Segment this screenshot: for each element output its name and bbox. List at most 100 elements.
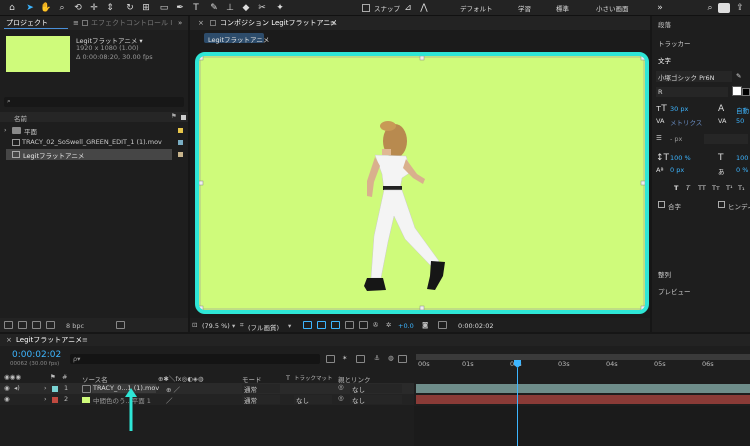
hindi-checkbox[interactable]	[718, 201, 725, 208]
panel-overflow-icon[interactable]: »	[178, 16, 182, 30]
workspace-small-screen[interactable]: 小さい画面	[596, 3, 629, 13]
tracking-value[interactable]: 50	[736, 117, 744, 125]
timeline-close-icon[interactable]: ×	[6, 333, 12, 347]
project-item-comp[interactable]: Legitフラットアニメ	[6, 149, 172, 160]
column-name[interactable]: 名前	[14, 113, 27, 123]
small-caps-button[interactable]: Tт	[712, 184, 720, 192]
share-icon[interactable]: ⇪	[734, 2, 746, 14]
zoom-tool-icon[interactable]: ⌕	[56, 2, 68, 14]
clone-tool-icon[interactable]: ⊥	[224, 2, 236, 14]
show-snapshot-icon[interactable]	[438, 321, 447, 329]
exposure-value[interactable]: +0.0	[398, 322, 414, 330]
workspace-menu-icon[interactable]: »	[654, 2, 666, 14]
eraser-tool-icon[interactable]: ◆	[240, 2, 252, 14]
comp-timecode[interactable]: 0:00:02:02	[458, 322, 494, 330]
tsume-value[interactable]: 0 %	[736, 166, 748, 174]
faux-bold-button[interactable]: T	[674, 184, 678, 192]
tab-timeline[interactable]: Legitフラットアニメ	[16, 333, 82, 347]
subscript-button[interactable]: T₁	[738, 184, 745, 192]
mode-dropdown[interactable]: 通常	[242, 384, 280, 394]
transparency-grid-icon[interactable]	[317, 321, 326, 329]
pick-whip-icon[interactable]: ◎	[338, 383, 344, 391]
font-size-value[interactable]: 30 px	[670, 105, 688, 113]
pen-tool-icon[interactable]: ✒	[174, 2, 186, 14]
stroke-width-value[interactable]: - px	[670, 135, 682, 143]
exposure-icon[interactable]: ✲	[386, 321, 391, 329]
fill-color-swatch[interactable]	[732, 86, 742, 96]
type-tool-icon[interactable]: T	[190, 2, 202, 14]
stroke-style-dropdown[interactable]	[704, 134, 748, 144]
timeline-search[interactable]: ρ▾	[70, 354, 320, 364]
pan-tool-icon[interactable]: ✛	[88, 2, 100, 14]
adjust-icon[interactable]	[46, 321, 55, 329]
draft-3d-icon[interactable]: ✶	[342, 354, 347, 362]
roto-tool-icon[interactable]: ✂	[256, 2, 268, 14]
kerning-value[interactable]: メトリクス	[670, 117, 702, 127]
tab-effect-controls[interactable]: エフェクトコントロール Ⅰ	[91, 16, 172, 30]
timeline-timecode[interactable]: 0:00:02:02	[12, 350, 61, 360]
color-management-icon[interactable]: ✇	[373, 321, 378, 329]
tab-composition[interactable]: コンポジション Legitフラットアニメ	[220, 16, 337, 30]
baseline-value[interactable]: 0 px	[670, 166, 684, 174]
brush-tool-icon[interactable]: ✎	[208, 2, 220, 14]
roi-icon[interactable]: ⌗	[240, 321, 244, 330]
puppet-tool-icon[interactable]: ✦	[274, 2, 286, 14]
project-search[interactable]: ⌕	[4, 97, 184, 107]
leading-value[interactable]: 自動	[736, 105, 749, 115]
channel-icon[interactable]	[359, 321, 368, 329]
snap-checkbox[interactable]	[362, 4, 370, 12]
orbit-tool-icon[interactable]: ⟲	[72, 2, 84, 14]
ligature-checkbox[interactable]	[658, 201, 665, 208]
selection-tool-icon[interactable]: ➤	[24, 2, 36, 14]
new-folder-icon[interactable]	[18, 321, 27, 329]
cc-libraries-icon[interactable]	[718, 3, 730, 13]
font-family-dropdown[interactable]: 小塚ゴシック Pr6N	[656, 71, 732, 82]
mode-dropdown[interactable]: 通常	[242, 395, 280, 405]
snapshot-icon[interactable]: ◙	[422, 321, 428, 329]
interpret-footage-icon[interactable]	[4, 321, 13, 329]
vertical-scale-value[interactable]: 100 %	[670, 154, 691, 162]
region-of-interest-icon[interactable]	[303, 321, 312, 329]
zoom-dropdown[interactable]: (79.5 %)	[202, 322, 230, 330]
layer-name[interactable]: 中間色のう...平面 1	[93, 395, 151, 405]
stroke-color-swatch[interactable]	[742, 88, 750, 96]
expand-arrow-icon[interactable]: ›	[4, 126, 7, 134]
rotate-tool-icon[interactable]: ↻	[124, 2, 136, 14]
comp-canvas[interactable]	[195, 52, 649, 314]
time-ruler[interactable]: 00s 01s 02s 03s 04s 05s 06s	[414, 354, 750, 376]
visibility-icon[interactable]: ◉	[4, 384, 10, 392]
new-comp-icon[interactable]	[32, 321, 41, 329]
layer-switches[interactable]: ⊕ ／	[166, 384, 206, 394]
motion-blur-icon[interactable]: ◍	[388, 354, 394, 362]
table-row[interactable]: ◉ ◂) › 1 TRACY_0...1 (1).mov ⊕ ／ 通常 ◎ なし	[0, 383, 414, 394]
playhead-line[interactable]	[517, 368, 518, 446]
all-caps-button[interactable]: TT	[698, 184, 706, 192]
project-item-folder[interactable]: › 平面	[0, 125, 188, 136]
comp-close-icon[interactable]: ×	[198, 16, 204, 30]
mask-visibility-icon[interactable]	[331, 321, 340, 329]
timeline-menu-icon[interactable]: ≡	[82, 333, 88, 347]
grid-guides-icon[interactable]	[345, 321, 354, 329]
rectangle-tool-icon[interactable]: ▭	[158, 2, 170, 14]
workspace-standard[interactable]: 標準	[556, 3, 569, 13]
eyedropper-icon[interactable]: ✎	[736, 72, 741, 80]
shy-layers-icon[interactable]	[356, 355, 365, 363]
label-column-icon[interactable]: ⚑	[171, 112, 177, 120]
quality-chevron-icon[interactable]: ▾	[288, 322, 291, 330]
expand-layer-icon[interactable]: ›	[44, 395, 47, 403]
comp-lock-icon[interactable]	[210, 20, 216, 26]
bpc-label[interactable]: 8 bpc	[66, 322, 84, 330]
layer-bar[interactable]	[416, 395, 750, 404]
snap-magnet-icon[interactable]: ⋀	[418, 2, 430, 14]
pick-whip-icon[interactable]: ◎	[338, 394, 344, 402]
effect-lock-icon[interactable]	[82, 20, 88, 26]
anchor-tool-icon[interactable]: ⊞	[140, 2, 152, 14]
workspace-learn[interactable]: 学習	[518, 3, 531, 13]
preview-panel-header[interactable]: プレビュー	[658, 286, 691, 296]
horizontal-scale-value[interactable]: 100 %	[736, 154, 750, 162]
frame-blending-icon[interactable]: ⚓	[374, 354, 380, 362]
audio-icon[interactable]: ◂)	[14, 384, 20, 392]
layer-label-color[interactable]	[52, 397, 58, 403]
table-row[interactable]: ◉ › 2 中間色のう...平面 1 ／ 通常 なし ◎ なし	[0, 394, 414, 405]
align-panel-header[interactable]: 整列	[658, 269, 671, 279]
